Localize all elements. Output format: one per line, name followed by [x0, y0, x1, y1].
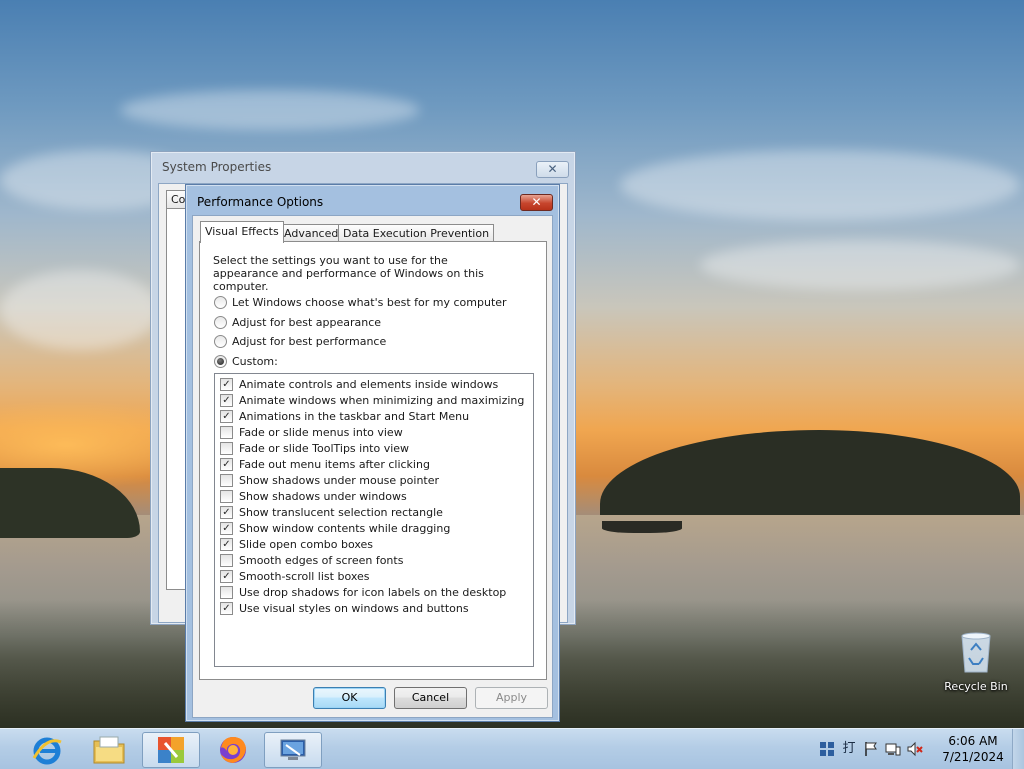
- checkbox-unchecked[interactable]: [220, 441, 233, 455]
- effect-option[interactable]: ✓ Use visual styles on windows and button…: [220, 600, 469, 616]
- taskbar: 打 6:06 AM 7/21/2024: [0, 728, 1024, 769]
- system-properties-close-button[interactable]: ✕: [536, 161, 569, 178]
- radio-label: Custom:: [232, 354, 278, 368]
- effect-label: Fade or slide menus into view: [239, 425, 403, 439]
- ok-button[interactable]: OK: [313, 687, 386, 709]
- checkbox-unchecked[interactable]: [220, 489, 233, 503]
- effect-option[interactable]: ✓ Animate windows when minimizing and max…: [220, 392, 524, 408]
- radio-custom[interactable]: Custom:: [214, 353, 278, 369]
- volume-muted-icon[interactable]: [907, 741, 923, 757]
- apply-button[interactable]: Apply: [475, 687, 548, 709]
- tab-visual-effects[interactable]: Visual Effects: [200, 221, 284, 243]
- checkbox-checked[interactable]: ✓: [220, 521, 233, 535]
- clock-time: 6:06 AM: [948, 734, 998, 748]
- radio-button-selected[interactable]: [214, 354, 227, 368]
- effect-option[interactable]: Smooth edges of screen fonts: [220, 552, 403, 568]
- effect-option[interactable]: ✓ Fade out menu items after clicking: [220, 456, 430, 472]
- clock-date: 7/21/2024: [942, 750, 1004, 764]
- effect-label: Animations in the taskbar and Start Menu: [239, 409, 470, 423]
- recycle-bin-shortcut[interactable]: Recycle Bin: [940, 630, 1012, 693]
- effect-option[interactable]: Show shadows under windows: [220, 488, 407, 504]
- system-properties-app-icon: [280, 739, 306, 760]
- checkbox-checked[interactable]: ✓: [220, 505, 233, 519]
- effect-option[interactable]: Use drop shadows for icon labels on the …: [220, 584, 506, 600]
- effect-option[interactable]: Show shadows under mouse pointer: [220, 472, 439, 488]
- effect-label: Use visual styles on windows and buttons: [239, 601, 469, 615]
- taskbar-system-properties[interactable]: [264, 732, 322, 768]
- visual-effects-description: Select the settings you want to use for …: [213, 254, 484, 293]
- checkbox-unchecked[interactable]: [220, 473, 233, 487]
- radio-best-performance[interactable]: Adjust for best performance: [214, 333, 386, 349]
- taskbar-firefox[interactable]: [204, 732, 262, 768]
- radio-label: Adjust for best performance: [232, 334, 387, 348]
- tray-grid-icon[interactable]: [819, 741, 835, 757]
- cancel-button[interactable]: Cancel: [394, 687, 467, 709]
- effect-option[interactable]: Fade or slide menus into view: [220, 424, 403, 440]
- tab-advanced[interactable]: Advanced: [279, 224, 344, 242]
- radio-best-appearance[interactable]: Adjust for best appearance: [214, 314, 381, 330]
- tab-data-execution-prevention[interactable]: Data Execution Prevention: [338, 224, 495, 242]
- effect-label: Fade out menu items after clicking: [239, 457, 430, 471]
- effect-option[interactable]: Fade or slide ToolTips into view: [220, 440, 409, 456]
- performance-options-titlebar[interactable]: Performance Options ✕: [186, 185, 559, 215]
- checkbox-checked[interactable]: ✓: [220, 457, 233, 471]
- notification-area: 打: [816, 729, 926, 769]
- recycle-bin-label: Recycle Bin: [944, 680, 1008, 693]
- effect-label: Show translucent selection rectangle: [239, 505, 443, 519]
- effect-label: Show shadows under mouse pointer: [239, 473, 440, 487]
- effect-label: Show window contents while dragging: [239, 521, 451, 535]
- taskbar-winrar[interactable]: [142, 732, 200, 768]
- system-properties-title: System Properties: [162, 160, 272, 174]
- effect-label: Show shadows under windows: [239, 489, 407, 503]
- effect-label: Animate windows when minimizing and maxi…: [239, 393, 525, 407]
- internet-explorer-icon: [32, 737, 62, 765]
- effect-option[interactable]: ✓ Slide open combo boxes: [220, 536, 373, 552]
- effect-option[interactable]: ✓ Animations in the taskbar and Start Men…: [220, 408, 469, 424]
- radio-label: Adjust for best appearance: [232, 315, 382, 329]
- effect-option[interactable]: ✓ Show translucent selection rectangle: [220, 504, 443, 520]
- checkbox-checked[interactable]: ✓: [220, 377, 233, 391]
- network-icon[interactable]: [885, 741, 901, 757]
- radio-button[interactable]: [214, 295, 227, 309]
- checkbox-checked[interactable]: ✓: [220, 393, 233, 407]
- checkbox-checked[interactable]: ✓: [220, 601, 233, 615]
- checkbox-unchecked[interactable]: [220, 585, 233, 599]
- taskbar-file-explorer[interactable]: [80, 732, 138, 768]
- performance-options-client: Visual Effects Advanced Data Execution P…: [192, 215, 553, 718]
- firefox-icon: [220, 737, 246, 763]
- visual-effects-list[interactable]: ✓ Animate controls and elements inside wi…: [214, 373, 534, 667]
- effect-label: Animate controls and elements inside win…: [239, 377, 499, 391]
- checkbox-checked[interactable]: ✓: [220, 569, 233, 583]
- effect-label: Fade or slide ToolTips into view: [239, 441, 410, 455]
- radio-let-windows-choose[interactable]: Let Windows choose what's best for my co…: [214, 294, 507, 310]
- system-properties-titlebar[interactable]: System Properties ✕: [151, 152, 575, 182]
- effect-option[interactable]: ✓ Animate controls and elements inside wi…: [220, 376, 498, 392]
- performance-options-close-button[interactable]: ✕: [520, 194, 553, 211]
- radio-label: Let Windows choose what's best for my co…: [232, 295, 507, 309]
- visual-effects-panel: Select the settings you want to use for …: [199, 241, 547, 680]
- checkbox-checked[interactable]: ✓: [220, 409, 233, 423]
- taskbar-internet-explorer[interactable]: [18, 732, 76, 768]
- performance-options-window[interactable]: Performance Options ✕ Visual Effects Adv…: [185, 184, 560, 722]
- system-clock[interactable]: 6:06 AM 7/21/2024: [940, 733, 1006, 765]
- checkbox-unchecked[interactable]: [220, 425, 233, 439]
- checkbox-checked[interactable]: ✓: [220, 537, 233, 551]
- action-center-flag-icon[interactable]: [863, 741, 879, 757]
- checkbox-unchecked[interactable]: [220, 553, 233, 567]
- radio-button[interactable]: [214, 315, 227, 329]
- show-desktop-button[interactable]: [1012, 729, 1024, 769]
- recycle-bin-icon: [959, 630, 993, 674]
- winrar-icon: [158, 737, 184, 763]
- effect-label: Use drop shadows for icon labels on the …: [239, 585, 507, 599]
- effect-label: Smooth-scroll list boxes: [239, 569, 370, 583]
- effect-option[interactable]: ✓ Show window contents while dragging: [220, 520, 450, 536]
- effect-option[interactable]: ✓ Smooth-scroll list boxes: [220, 568, 370, 584]
- file-explorer-icon: [93, 736, 125, 764]
- effect-label: Smooth edges of screen fonts: [239, 553, 404, 567]
- performance-options-title: Performance Options: [197, 195, 324, 209]
- ime-icon[interactable]: 打: [841, 741, 857, 757]
- radio-button[interactable]: [214, 334, 227, 348]
- effect-label: Slide open combo boxes: [239, 537, 374, 551]
